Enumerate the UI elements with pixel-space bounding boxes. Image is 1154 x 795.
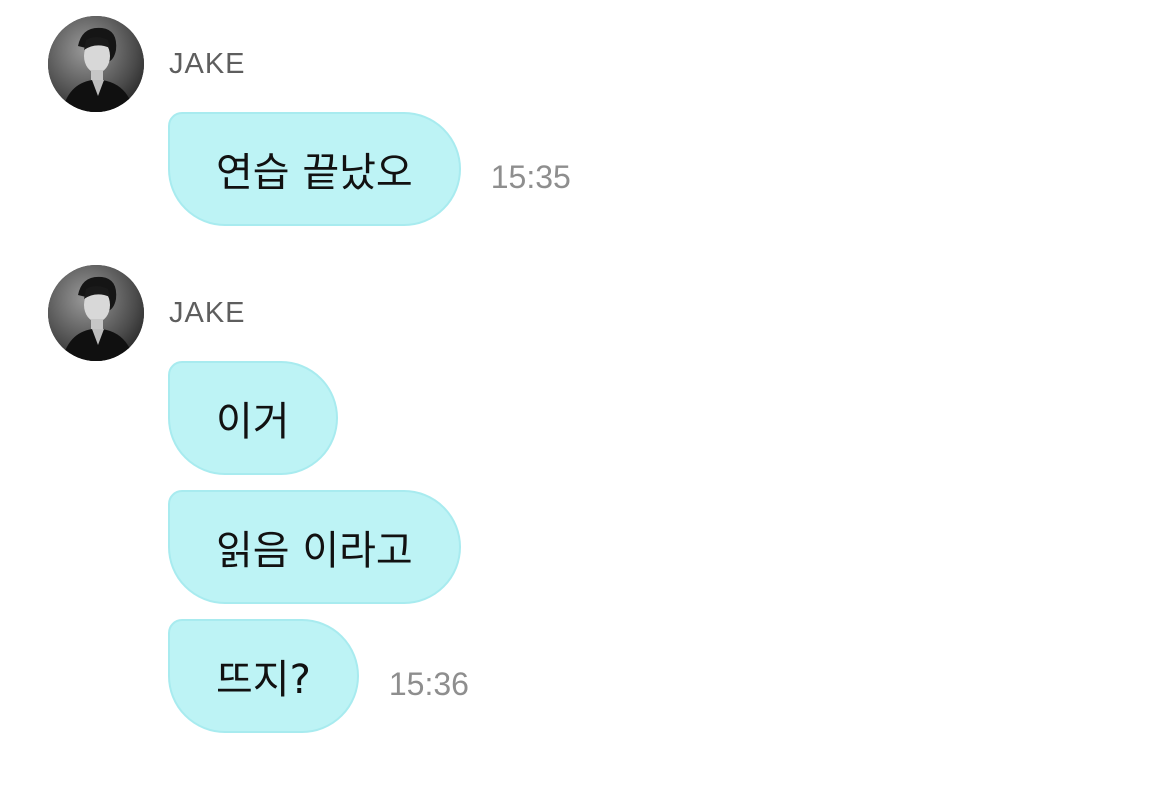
message-bubble[interactable]: 이거 bbox=[168, 361, 338, 475]
sender-name: JAKE bbox=[169, 48, 246, 80]
chat-view: JAKE 연습 끝났오 15:35 JAKE 이거 읽음 이라고 뜨지? 15:… bbox=[0, 0, 1154, 795]
message-row: 읽음 이라고 bbox=[168, 490, 461, 604]
message-bubble[interactable]: 뜨지? bbox=[168, 619, 359, 733]
message-bubble[interactable]: 읽음 이라고 bbox=[168, 490, 461, 604]
message-row: 연습 끝났오 15:35 bbox=[168, 112, 571, 226]
avatar-photo-icon bbox=[48, 265, 144, 361]
sender-name: JAKE bbox=[169, 297, 246, 329]
avatar-photo-icon bbox=[48, 16, 144, 112]
message-bubble[interactable]: 연습 끝났오 bbox=[168, 112, 461, 226]
message-time: 15:36 bbox=[388, 666, 469, 702]
message-row: 이거 bbox=[168, 361, 338, 475]
avatar[interactable] bbox=[48, 16, 144, 112]
avatar[interactable] bbox=[48, 265, 144, 361]
message-time: 15:35 bbox=[490, 159, 571, 195]
message-row: 뜨지? 15:36 bbox=[168, 619, 469, 733]
